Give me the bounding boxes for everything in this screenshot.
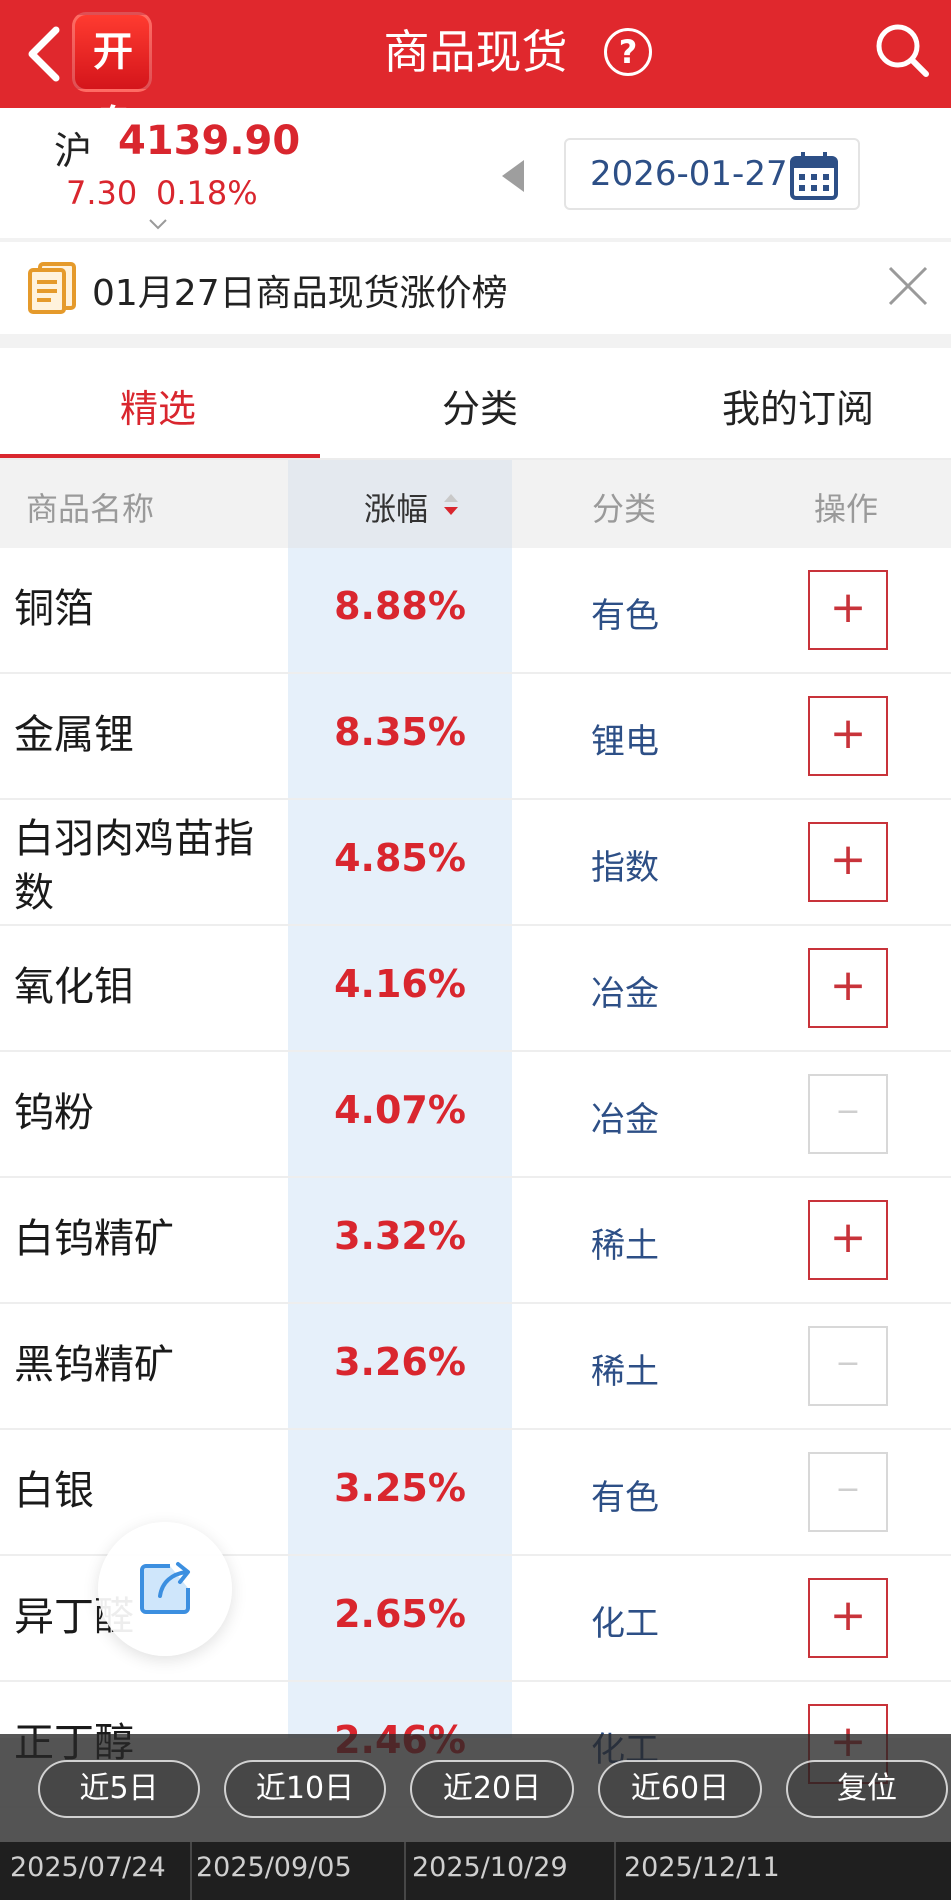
product-name: 白钨精矿 [14,1216,174,1262]
product-name: 金属锂 [14,712,134,758]
timeline-tick [614,1842,616,1900]
date-picker[interactable]: 2026-01-27 [564,138,860,210]
table-row[interactable]: 氧化钼 4.16% 冶金 + [0,926,951,1052]
active-tab-indicator [0,454,320,458]
change-percent: 3.25% [334,1466,466,1510]
product-name: 铜箔 [14,586,94,632]
product-category: 冶金 [591,974,659,1014]
index-change: 7.30 [66,174,138,212]
range-5d-button[interactable]: 近5日 [38,1760,200,1818]
product-category: 指数 [591,848,659,888]
share-icon [140,1562,190,1614]
product-name: 白银 [14,1468,94,1514]
subscribe-button[interactable]: + [808,696,888,776]
sort-icon[interactable] [442,492,460,518]
table-header: 商品名称 涨幅 分类 操作 [0,460,951,548]
notice-bar[interactable]: 01月27日商品现货涨价榜 [0,242,951,334]
header-name: 商品名称 [26,490,155,528]
table-row[interactable]: 铜箔 8.88% 有色 + [0,548,951,674]
product-category: 有色 [591,1478,659,1518]
timeline-date: 2025/12/11 [624,1852,780,1883]
product-name: 白羽肉鸡苗指数 [14,816,254,916]
change-percent: 4.85% [334,836,466,880]
header-action: 操作 [814,490,879,528]
date-value: 2026-01-27 [590,154,788,194]
product-name: 钨粉 [14,1090,94,1136]
table-row[interactable]: 黑钨精矿 3.26% 稀土 − [0,1304,951,1430]
calendar-icon [790,152,838,200]
subscribe-button[interactable]: + [808,570,888,650]
document-list-icon [28,262,76,314]
timeline-date: 2025/07/24 [10,1852,166,1883]
tab-subscriptions[interactable]: 我的订阅 [722,378,874,433]
range-20d-button[interactable]: 近20日 [410,1760,574,1818]
index-summary: 沪 4139.90 7.30 0.18% 2026-01-27 [0,108,951,238]
change-percent: 3.26% [334,1340,466,1384]
product-name: 黑钨精矿 [14,1342,174,1388]
search-icon[interactable] [872,20,932,80]
product-category: 化工 [591,1604,659,1644]
subscribe-button[interactable]: + [808,1200,888,1280]
table-row[interactable]: 白羽肉鸡苗指数 4.85% 指数 + [0,800,951,926]
close-icon[interactable] [886,264,930,308]
tab-featured[interactable]: 精选 [120,378,196,433]
change-percent: 4.07% [334,1088,466,1132]
table-row[interactable]: 金属锂 8.35% 锂电 + [0,674,951,800]
notice-text: 01月27日商品现货涨价榜 [92,273,508,314]
table-row[interactable]: 白钨精矿 3.32% 稀土 + [0,1178,951,1304]
index-change-percent: 0.18% [156,174,258,212]
index-value: 4139.90 [118,118,301,164]
index-name: 沪 [54,129,93,173]
subscribed-button[interactable]: − [808,1074,888,1154]
change-percent: 3.32% [334,1214,466,1258]
subscribe-button[interactable]: + [808,1578,888,1658]
tab-category[interactable]: 分类 [442,378,518,433]
product-category: 冶金 [591,1100,659,1140]
chevron-down-icon[interactable] [148,218,168,230]
share-button[interactable] [98,1522,232,1656]
tab-bar: 精选 分类 我的订阅 [0,348,951,460]
change-percent: 8.88% [334,584,466,628]
change-percent: 8.35% [334,710,466,754]
timeline-tick [190,1842,192,1900]
previous-date-icon[interactable] [498,158,528,194]
timeline-tick [404,1842,406,1900]
subscribed-button[interactable]: − [808,1452,888,1532]
timeline-axis: 2025/07/24 2025/09/05 2025/10/29 2025/12… [0,1842,951,1900]
timeline-date: 2025/10/29 [412,1852,568,1883]
range-10d-button[interactable]: 近10日 [224,1760,386,1818]
product-category: 有色 [591,596,659,636]
product-category: 稀土 [591,1226,659,1266]
subscribe-button[interactable]: + [808,822,888,902]
header-change-sort[interactable]: 涨幅 [364,484,428,530]
app-header: 开盘 商品现货 ? [0,0,951,149]
subscribed-button[interactable]: − [808,1326,888,1406]
product-name: 氧化钼 [14,964,134,1010]
range-60d-button[interactable]: 近60日 [598,1760,762,1818]
subscribe-button[interactable]: + [808,948,888,1028]
change-percent: 2.65% [334,1592,466,1636]
timeline-date: 2025/09/05 [196,1852,352,1883]
product-category: 稀土 [591,1352,659,1392]
page-title: 商品现货 [383,25,568,79]
reset-button[interactable]: 复位 [786,1760,948,1818]
change-percent: 4.16% [334,962,466,1006]
header-category: 分类 [592,490,657,528]
table-row[interactable]: 钨粉 4.07% 冶金 − [0,1052,951,1178]
help-icon[interactable]: ? [604,28,652,76]
product-category: 锂电 [591,722,659,762]
